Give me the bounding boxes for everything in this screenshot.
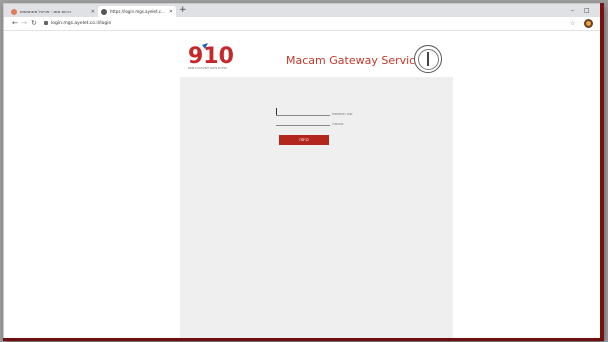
tab-strip: רכזות ממג - פורטל משתמשים ✕ https://logi… (4, 4, 601, 17)
site-header: 910 שירות גישה למערכות ממג Macam Gateway… (180, 31, 453, 77)
login-panel: שם משתמש סיסמה כניסה (180, 77, 453, 339)
tab-favicon (11, 8, 17, 15)
username-input[interactable] (276, 109, 330, 116)
bookmark-star-icon[interactable]: ☆ (570, 18, 575, 29)
profile-avatar[interactable] (584, 19, 593, 28)
tab-1[interactable]: רכזות ממג - פורטל משתמשים ✕ (8, 6, 98, 17)
site-logo: 910 (188, 43, 234, 67)
password-label: סיסמה (332, 121, 344, 126)
username-label: שם משתמש (332, 111, 353, 116)
tab-title: רכזות ממג - פורטל משתמשים (20, 9, 72, 14)
page-content: 910 שירות גישה למערכות ממג Macam Gateway… (4, 31, 601, 339)
tab-close-icon[interactable]: ✕ (169, 9, 173, 15)
tab-close-icon[interactable]: ✕ (91, 9, 95, 15)
password-input[interactable] (276, 119, 330, 126)
logo-text: 910 (188, 44, 234, 67)
seal-staff-mark (427, 52, 429, 66)
brand-title: Macam Gateway Services (286, 54, 428, 67)
window-edge-right (600, 3, 604, 338)
address-bar[interactable]: login.mgs.ayelet.co.il/login (51, 18, 111, 29)
minimize-button[interactable]: – (571, 5, 574, 16)
new-tab-button[interactable]: + (179, 5, 187, 16)
logo-subtitle: שירות גישה למערכות ממג (188, 66, 227, 70)
login-button[interactable]: כניסה (279, 135, 329, 145)
maximize-button[interactable]: □ (584, 5, 590, 16)
tab-2[interactable]: https://login.mgs.ayelet.co.il/lo... ✕ (98, 6, 176, 17)
tab-favicon (101, 8, 107, 15)
tab-title: https://login.mgs.ayelet.co.il/lo... (110, 9, 167, 14)
forward-arrow-icon[interactable]: → (21, 18, 27, 29)
brand-word-2: Gateway (329, 54, 378, 67)
brand-word-1: Macam (286, 54, 326, 67)
text-caret (276, 108, 277, 115)
reload-icon[interactable]: ↻ (31, 18, 37, 29)
back-arrow-icon[interactable]: ← (12, 18, 18, 29)
lock-icon[interactable] (44, 21, 48, 25)
address-toolbar: ← → ↻ login.mgs.ayelet.co.il/login ☆ (4, 17, 601, 31)
browser-window: רכזות ממג - פורטל משתמשים ✕ https://logi… (3, 3, 602, 340)
official-seal-icon (414, 45, 442, 73)
window-edge-bottom (3, 338, 604, 341)
